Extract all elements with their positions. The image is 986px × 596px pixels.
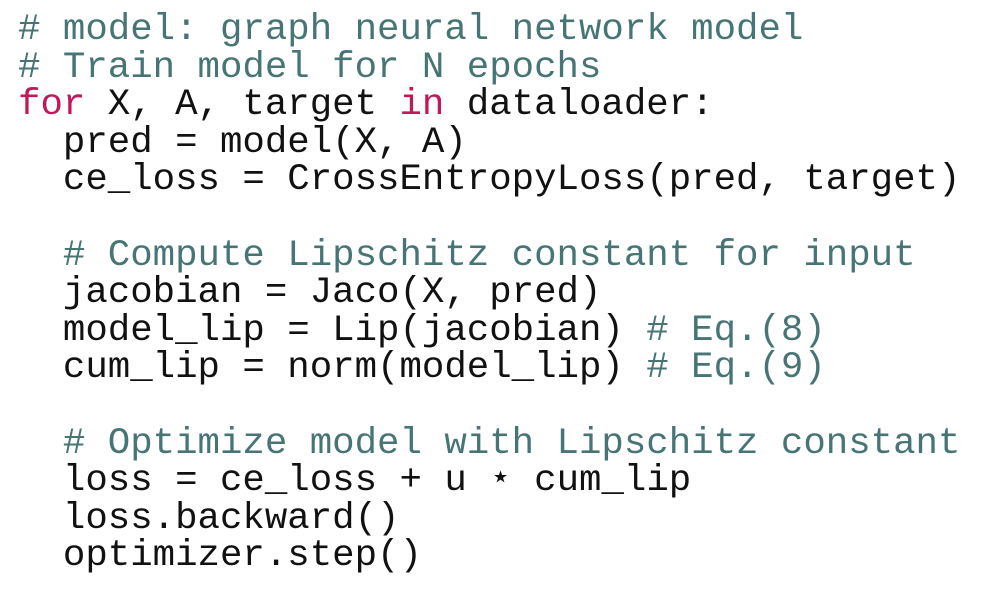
code-line-14: loss.backward() <box>18 497 960 540</box>
optimizer-step-call: optimizer.step() <box>18 535 422 578</box>
code-line-7: # Compute Lipschitz constant for input <box>18 234 960 277</box>
model-lip-assignment: model_lip = Lip(jacobian) <box>18 309 647 352</box>
comment-optimize-model: # Optimize model with Lipschitz constant <box>18 422 961 465</box>
code-line-4: pred = model(X, A) <box>18 121 960 164</box>
loop-iterable: dataloader: <box>444 84 714 127</box>
code-line-10: cum_lip = norm(model_lip) # Eq.(9) <box>18 350 960 388</box>
keyword-in: in <box>399 84 445 127</box>
code-blank-line-6 <box>18 200 960 238</box>
comment-eq-9: # Eq.(9) <box>646 347 826 390</box>
code-line-3: for X, A, target in dataloader: <box>18 84 960 127</box>
comment-eq-8: # Eq.(8) <box>646 309 826 352</box>
ce-loss-assignment: ce_loss = CrossEntropyLoss(pred, target) <box>18 159 961 202</box>
loop-variables: X, A, target <box>85 84 400 127</box>
pred-assignment: pred = model(X, A) <box>18 121 467 164</box>
code-line-12: # Optimize model with Lipschitz constant <box>18 422 961 465</box>
loss-assignment: loss = ce_loss + u ⋆ cum_lip <box>18 460 692 503</box>
code-line-15: optimizer.step() <box>18 538 960 576</box>
code-line-9: model_lip = Lip(jacobian) # Eq.(8) <box>18 309 960 352</box>
code-line-8: jacobian = Jaco(X, pred) <box>18 272 960 315</box>
code-line-13: loss = ce_loss + u ⋆ cum_lip <box>18 460 960 503</box>
comment-compute-lipschitz: # Compute Lipschitz constant for input <box>18 234 916 277</box>
code-listing: # model: graph neural network model # Tra… <box>18 9 961 576</box>
cum-lip-assignment: cum_lip = norm(model_lip) <box>18 347 647 390</box>
loss-backward-call: loss.backward() <box>18 497 400 540</box>
jacobian-assignment: jacobian = Jaco(X, pred) <box>18 272 602 315</box>
code-line-1: # model: graph neural network model <box>18 9 960 51</box>
code-line-5: ce_loss = CrossEntropyLoss(pred, target) <box>18 159 961 202</box>
comment-model-description: # model: graph neural network model <box>18 9 804 51</box>
keyword-for: for <box>18 84 86 127</box>
code-blank-line-11 <box>18 388 960 426</box>
comment-train-epochs: # Train model for N epochs <box>18 46 602 89</box>
code-line-2: # Train model for N epochs <box>18 46 960 89</box>
